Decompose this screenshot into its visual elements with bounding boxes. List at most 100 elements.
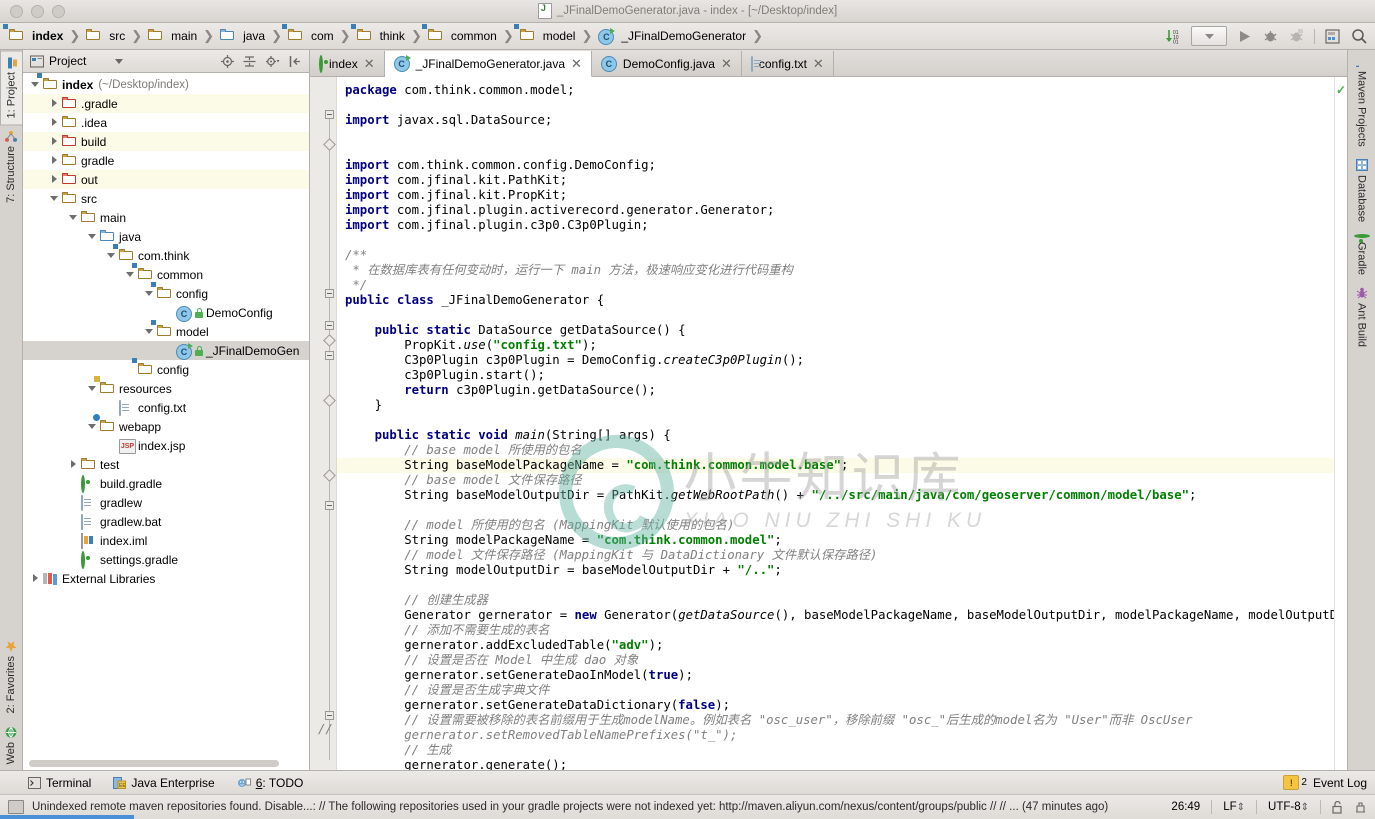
tree-node-build-gradle[interactable]: build.gradle — [23, 474, 309, 493]
fold-marker[interactable] — [325, 289, 334, 298]
tree-expand-arrow[interactable] — [107, 251, 116, 260]
close-icon[interactable]: ✕ — [813, 57, 824, 70]
code-line[interactable] — [341, 143, 1334, 158]
code-line[interactable]: // 设置是否生成字典文件 — [341, 683, 1334, 698]
tree-node-democonfig[interactable]: C DemoConfig — [23, 303, 309, 322]
sidebar-item-web[interactable]: Web — [0, 720, 22, 770]
tree-expand-arrow[interactable] — [88, 232, 97, 241]
fold-marker-end[interactable] — [323, 394, 336, 407]
sidebar-item-structure[interactable]: 7: Structure — [0, 125, 22, 209]
tree-node--idea[interactable]: .idea — [23, 113, 309, 132]
fold-marker[interactable] — [325, 711, 334, 720]
code-line[interactable]: // model 所使用的包名 (MappingKit 默认使用的包名) — [341, 518, 1334, 533]
code-line[interactable]: // base model 文件保存路径 — [341, 473, 1334, 488]
code-line[interactable]: // base model 所使用的包名 — [341, 443, 1334, 458]
tree-node-index-jsp[interactable]: JSP index.jsp — [23, 436, 309, 455]
tab-configtxt[interactable]: config.txt ✕ — [741, 51, 834, 76]
code-line[interactable]: gernerator.addExcludedTable("adv"); — [341, 638, 1334, 653]
breadcrumb-item-main[interactable]: main — [145, 29, 199, 43]
breadcrumb-item-com[interactable]: com — [282, 24, 336, 43]
line-separator-selector[interactable]: LF — [1223, 801, 1245, 813]
maximize-window-button[interactable] — [52, 4, 65, 18]
project-horizontal-scrollbar[interactable] — [29, 760, 279, 767]
tree-node-com-think[interactable]: com.think — [23, 243, 309, 265]
chevron-down-icon[interactable] — [115, 58, 124, 64]
code-line[interactable]: import com.think.common.config.DemoConfi… — [341, 158, 1334, 173]
inspection-marker-strip[interactable]: ✓ — [1334, 77, 1347, 770]
unlocked-icon[interactable] — [1332, 800, 1343, 814]
code-line[interactable]: import com.jfinal.plugin.activerecord.ge… — [341, 203, 1334, 218]
locate-icon[interactable] — [221, 54, 234, 68]
project-title[interactable]: Project — [27, 54, 126, 68]
tree-node-settings-gradle[interactable]: settings.gradle — [23, 550, 309, 569]
sidebar-item-ant-build[interactable]: Ant Build — [1348, 281, 1375, 353]
code-content[interactable]: package com.think.common.model; import j… — [337, 77, 1334, 770]
code-line[interactable]: // 设置需要被移除的表名前缀用于生成modelName。例如表名 "osc_u… — [341, 713, 1334, 728]
code-line[interactable]: return c3p0Plugin.getDataSource(); — [341, 383, 1334, 398]
fold-marker[interactable] — [325, 321, 334, 330]
tree-node--jfinaldemogen[interactable]: C _JFinalDemoGen — [23, 341, 309, 360]
hide-panel-icon[interactable] — [289, 55, 302, 68]
tree-node-model[interactable]: model — [23, 319, 309, 341]
encoding-selector[interactable]: UTF-8 — [1268, 801, 1309, 813]
code-line[interactable]: */ — [341, 278, 1334, 293]
collapse-all-icon[interactable] — [243, 55, 256, 68]
tab-index[interactable]: index ✕ — [310, 51, 385, 76]
code-line[interactable]: public static DataSource getDataSource()… — [341, 323, 1334, 338]
build-project-icon[interactable] — [1324, 28, 1341, 45]
tree-expand-arrow[interactable] — [88, 384, 97, 393]
tree-expand-arrow[interactable] — [50, 156, 59, 165]
code-line[interactable] — [341, 233, 1334, 248]
tree-expand-arrow[interactable] — [145, 289, 154, 298]
minimize-window-button[interactable] — [31, 4, 44, 18]
tree-node-src[interactable]: src — [23, 189, 309, 208]
sidebar-item-database[interactable]: Database — [1348, 153, 1375, 228]
tab-democonfig[interactable]: C DemoConfig.java ✕ — [591, 51, 742, 76]
tree-node-java[interactable]: java — [23, 227, 309, 246]
settings-gear-icon[interactable] — [265, 55, 280, 68]
caret-position[interactable]: 26:49 — [1171, 801, 1200, 813]
fold-marker-end[interactable] — [323, 469, 336, 482]
run-configuration-dropdown[interactable] — [1191, 26, 1227, 46]
tree-node-config[interactable]: config — [23, 357, 309, 379]
fold-marker-end[interactable] — [323, 334, 336, 347]
tree-expand-arrow[interactable] — [50, 194, 59, 203]
code-line[interactable]: gernerator.generate(); — [341, 758, 1334, 770]
fold-marker[interactable] — [325, 501, 334, 510]
sidebar-item-favorites[interactable]: 2: Favorites — [0, 634, 22, 719]
code-line[interactable]: import com.jfinal.plugin.c3p0.C3p0Plugin… — [341, 218, 1334, 233]
code-line[interactable]: String baseModelOutputDir = PathKit.getW… — [341, 488, 1334, 503]
tree-node-main[interactable]: main — [23, 208, 309, 227]
breadcrumb-item-common[interactable]: common — [421, 24, 499, 43]
code-line[interactable] — [341, 578, 1334, 593]
tree-node-webapp[interactable]: webapp — [23, 413, 309, 436]
breadcrumb-item-index[interactable]: index — [3, 24, 65, 43]
code-line[interactable]: // 生成 — [341, 743, 1334, 758]
tree-node-resources[interactable]: resources — [23, 375, 309, 398]
code-line[interactable]: import com.jfinal.kit.PathKit; — [341, 173, 1334, 188]
code-line[interactable] — [341, 413, 1334, 428]
sort-numeric-icon[interactable]: 01 10 01 — [1165, 28, 1182, 45]
fold-marker-end[interactable] — [323, 138, 336, 151]
tree-expand-arrow[interactable] — [31, 574, 40, 583]
sidebar-item-maven-projects[interactable]: m Maven Projects — [1348, 50, 1375, 153]
tab-jfinaldemogenerator[interactable]: C _JFinalDemoGenerator.java ✕ — [384, 51, 592, 77]
tree-node-external-libraries[interactable]: External Libraries — [23, 569, 309, 588]
editor-gutter[interactable]: // — [310, 77, 337, 770]
tree-expand-arrow[interactable] — [145, 327, 154, 336]
close-icon[interactable]: ✕ — [721, 57, 732, 70]
bottom-tab-todo[interactable]: 6: TODO — [237, 776, 303, 790]
close-icon[interactable]: ✕ — [571, 57, 582, 70]
breadcrumb-item-think[interactable]: think — [350, 24, 407, 43]
code-line[interactable]: String baseModelPackageName = "com.think… — [341, 458, 1334, 473]
code-line[interactable]: gernerator.setRemovedTableNamePrefixes("… — [341, 728, 1334, 743]
breadcrumb-item-model[interactable]: model — [513, 24, 578, 43]
code-editor[interactable]: // package com.think.common.model; impor… — [310, 77, 1347, 770]
tree-node-gradle[interactable]: gradle — [23, 151, 309, 170]
tree-expand-arrow[interactable] — [69, 213, 78, 222]
bottom-tab-terminal[interactable]: Terminal — [28, 776, 91, 790]
tree-expand-arrow[interactable] — [50, 175, 59, 184]
breadcrumb-item-class[interactable]: C _JFinalDemoGenerator — [595, 28, 748, 45]
fold-marker[interactable] — [325, 351, 334, 360]
coverage-icon[interactable] — [1288, 28, 1305, 45]
